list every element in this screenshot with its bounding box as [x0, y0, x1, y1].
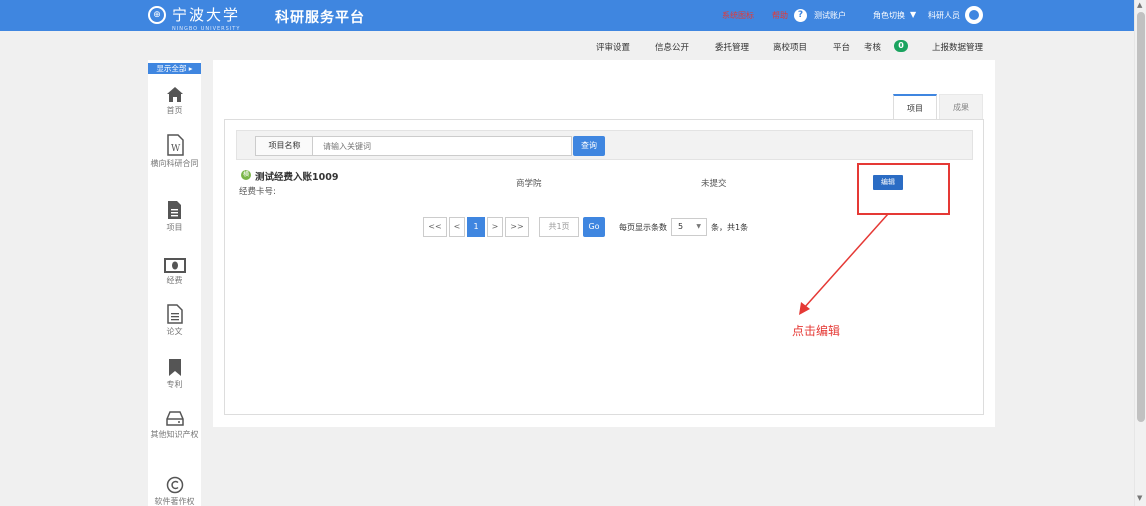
annotation-arrow-icon: [799, 213, 889, 315]
annotation-text: 点击编辑: [792, 324, 841, 338]
